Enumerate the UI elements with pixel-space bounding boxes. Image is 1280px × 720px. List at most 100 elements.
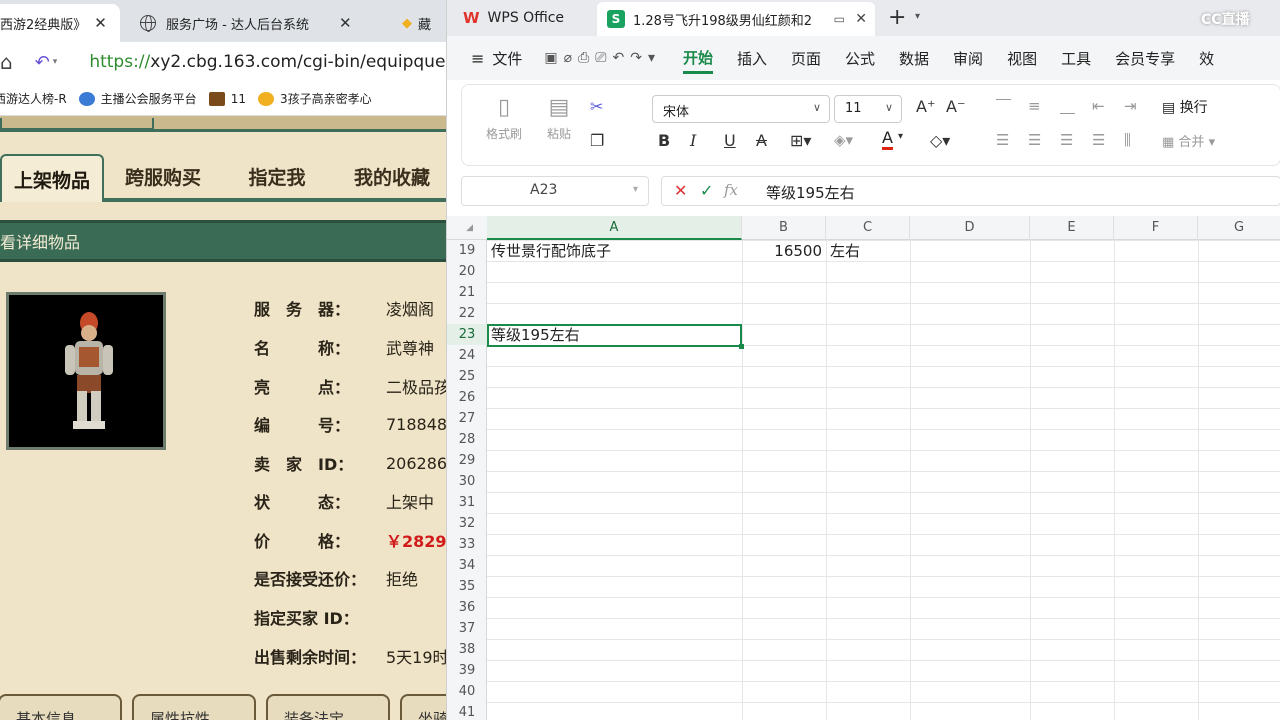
undo-icon[interactable]: ↶ (35, 52, 50, 73)
eraser-icon[interactable]: ◇▾ (930, 131, 950, 150)
tab-mount[interactable]: 坐骑 (400, 694, 446, 720)
menu-data[interactable]: 数据 (899, 48, 929, 69)
merge-cells-button[interactable]: ▦ 合并 ▾ (1162, 131, 1215, 150)
font-name-select[interactable]: 宋体 ∨ (652, 95, 830, 123)
row-header[interactable]: 19 (447, 240, 487, 261)
format-painter-button[interactable]: ▯ 格式刷 (482, 95, 526, 142)
row-header[interactable]: 39 (447, 660, 487, 681)
menu-page[interactable]: 页面 (791, 48, 821, 69)
bookmark-item[interactable]: 3孩子高亲密孝心 (257, 90, 372, 107)
font-color-icon[interactable]: A (882, 129, 893, 150)
url-input[interactable]: https://xy2.cbg.163.com/cgi-bin/equipque (89, 52, 445, 72)
bookmark-item[interactable]: 西游达人榜-R (0, 90, 67, 107)
browser-tab-service[interactable]: 服务广场 - 达人后台系统 ✕ (128, 4, 384, 42)
column-header[interactable]: G (1198, 216, 1280, 240)
row-header[interactable]: 41 (447, 702, 487, 720)
fill-color-icon[interactable]: ◈▾ (834, 131, 853, 149)
row-header[interactable]: 20 (447, 261, 487, 282)
column-header[interactable]: B (742, 216, 826, 240)
chevron-down-icon[interactable]: ▾ (898, 131, 903, 142)
document-tab[interactable]: S 1.28号飞升198级男仙红颜和2 ▭ ✕ (597, 2, 875, 36)
monitor-icon[interactable]: ▭ (834, 12, 845, 26)
close-icon[interactable]: ✕ (339, 14, 352, 32)
chevron-down-icon[interactable]: ▾ (53, 57, 58, 67)
font-shrink-icon[interactable]: A⁻ (946, 97, 965, 116)
menu-formula[interactable]: 公式 (845, 48, 875, 69)
row-header[interactable]: 26 (447, 387, 487, 408)
quick-access-toolbar[interactable]: ▣⌀⎙⎚↶↷▾ (544, 50, 661, 66)
row-header[interactable]: 29 (447, 450, 487, 471)
row-header[interactable]: 23 (447, 324, 487, 345)
formula-input[interactable]: ✕ ✓ fx 等级195左右 (661, 176, 1280, 206)
border-icon[interactable]: ⊞▾ (790, 131, 811, 150)
distribute-icon[interactable]: ⫼ (1124, 131, 1131, 149)
justify-icon[interactable]: ☰ (1092, 131, 1105, 149)
confirm-icon[interactable]: ✓ (700, 181, 713, 200)
cancel-icon[interactable]: ✕ (674, 181, 687, 200)
menu-efficiency[interactable]: 效 (1199, 48, 1214, 69)
tab-equipment[interactable]: 装备法宝 (266, 694, 390, 720)
row-header[interactable]: 27 (447, 408, 487, 429)
cell-b19[interactable]: 16500 (742, 241, 822, 262)
cell-grid[interactable] (487, 240, 1280, 720)
column-header[interactable]: A (487, 216, 742, 240)
font-size-select[interactable]: 11 ∨ (834, 95, 902, 123)
row-header[interactable]: 35 (447, 576, 487, 597)
new-tab-icon[interactable]: + (888, 5, 906, 30)
row-header[interactable]: 34 (447, 555, 487, 576)
row-header[interactable]: 32 (447, 513, 487, 534)
align-middle-icon[interactable]: ≡ (1028, 97, 1041, 115)
paste-button[interactable]: ▤ 粘贴 (538, 95, 580, 142)
chevron-down-icon[interactable]: ▾ (915, 11, 920, 22)
column-header[interactable]: D (910, 216, 1030, 240)
align-bottom-icon[interactable]: ⎽ (1060, 97, 1075, 115)
italic-icon[interactable]: I (690, 131, 696, 150)
row-header[interactable]: 31 (447, 492, 487, 513)
column-header[interactable]: E (1030, 216, 1114, 240)
function-icon[interactable]: fx (724, 181, 738, 199)
font-grow-icon[interactable]: A⁺ (916, 97, 935, 116)
copy-icon[interactable]: ❐ (590, 131, 604, 150)
wps-home-tab[interactable]: W WPS Office (463, 9, 564, 27)
close-icon[interactable]: ✕ (94, 14, 107, 32)
column-header[interactable]: F (1114, 216, 1198, 240)
menu-member[interactable]: 会员专享 (1115, 48, 1175, 69)
wrap-text-button[interactable]: ▤ 换行 (1162, 97, 1208, 117)
align-top-icon[interactable]: ⎺ (996, 97, 1011, 115)
cut-icon[interactable]: ✂ (590, 97, 603, 116)
menu-file[interactable]: 文件 (492, 48, 522, 69)
cell-a19[interactable]: 传世景行配饰底子 (491, 241, 611, 262)
indent-increase-icon[interactable]: ⇥ (1124, 97, 1137, 115)
row-header[interactable]: 36 (447, 597, 487, 618)
row-header[interactable]: 40 (447, 681, 487, 702)
menu-tools[interactable]: 工具 (1061, 48, 1091, 69)
row-header[interactable]: 25 (447, 366, 487, 387)
close-icon[interactable]: ✕ (855, 11, 867, 27)
align-right-icon[interactable]: ☰ (1060, 131, 1073, 149)
row-header[interactable]: 30 (447, 471, 487, 492)
menu-view[interactable]: 视图 (1007, 48, 1037, 69)
align-left-icon[interactable]: ☰ (996, 131, 1009, 149)
menu-review[interactable]: 审阅 (953, 48, 983, 69)
cell-a23[interactable]: 等级195左右 (491, 325, 580, 346)
tab-listed-items[interactable]: 上架物品 (0, 154, 104, 202)
tab-designated-me[interactable]: 指定我 (222, 154, 332, 202)
select-all-corner[interactable]: ◢ (447, 216, 487, 240)
tab-basic-info[interactable]: 基本信息 (0, 694, 122, 720)
row-header[interactable]: 37 (447, 618, 487, 639)
browser-tab-third[interactable]: ◆ 藏 (392, 4, 446, 42)
tab-cross-server-buy[interactable]: 跨服购买 (104, 154, 222, 202)
tab-my-favorites[interactable]: 我的收藏 (332, 154, 446, 202)
row-header[interactable]: 22 (447, 303, 487, 324)
row-header[interactable]: 28 (447, 429, 487, 450)
tab-attributes[interactable]: 属性抗性 (132, 694, 256, 720)
strikethrough-icon[interactable]: A (756, 131, 767, 150)
menu-insert[interactable]: 插入 (737, 48, 767, 69)
browser-tab-game[interactable]: 西游2经典版》 ✕ (0, 4, 120, 42)
bookmark-item[interactable]: 11 (208, 91, 246, 106)
indent-decrease-icon[interactable]: ⇤ (1092, 97, 1105, 115)
row-header[interactable]: 21 (447, 282, 487, 303)
menu-home[interactable]: 开始 (682, 47, 713, 74)
bookmark-item[interactable]: 主播公会服务平台 (78, 90, 197, 107)
hamburger-icon[interactable]: ≡ (471, 49, 484, 68)
